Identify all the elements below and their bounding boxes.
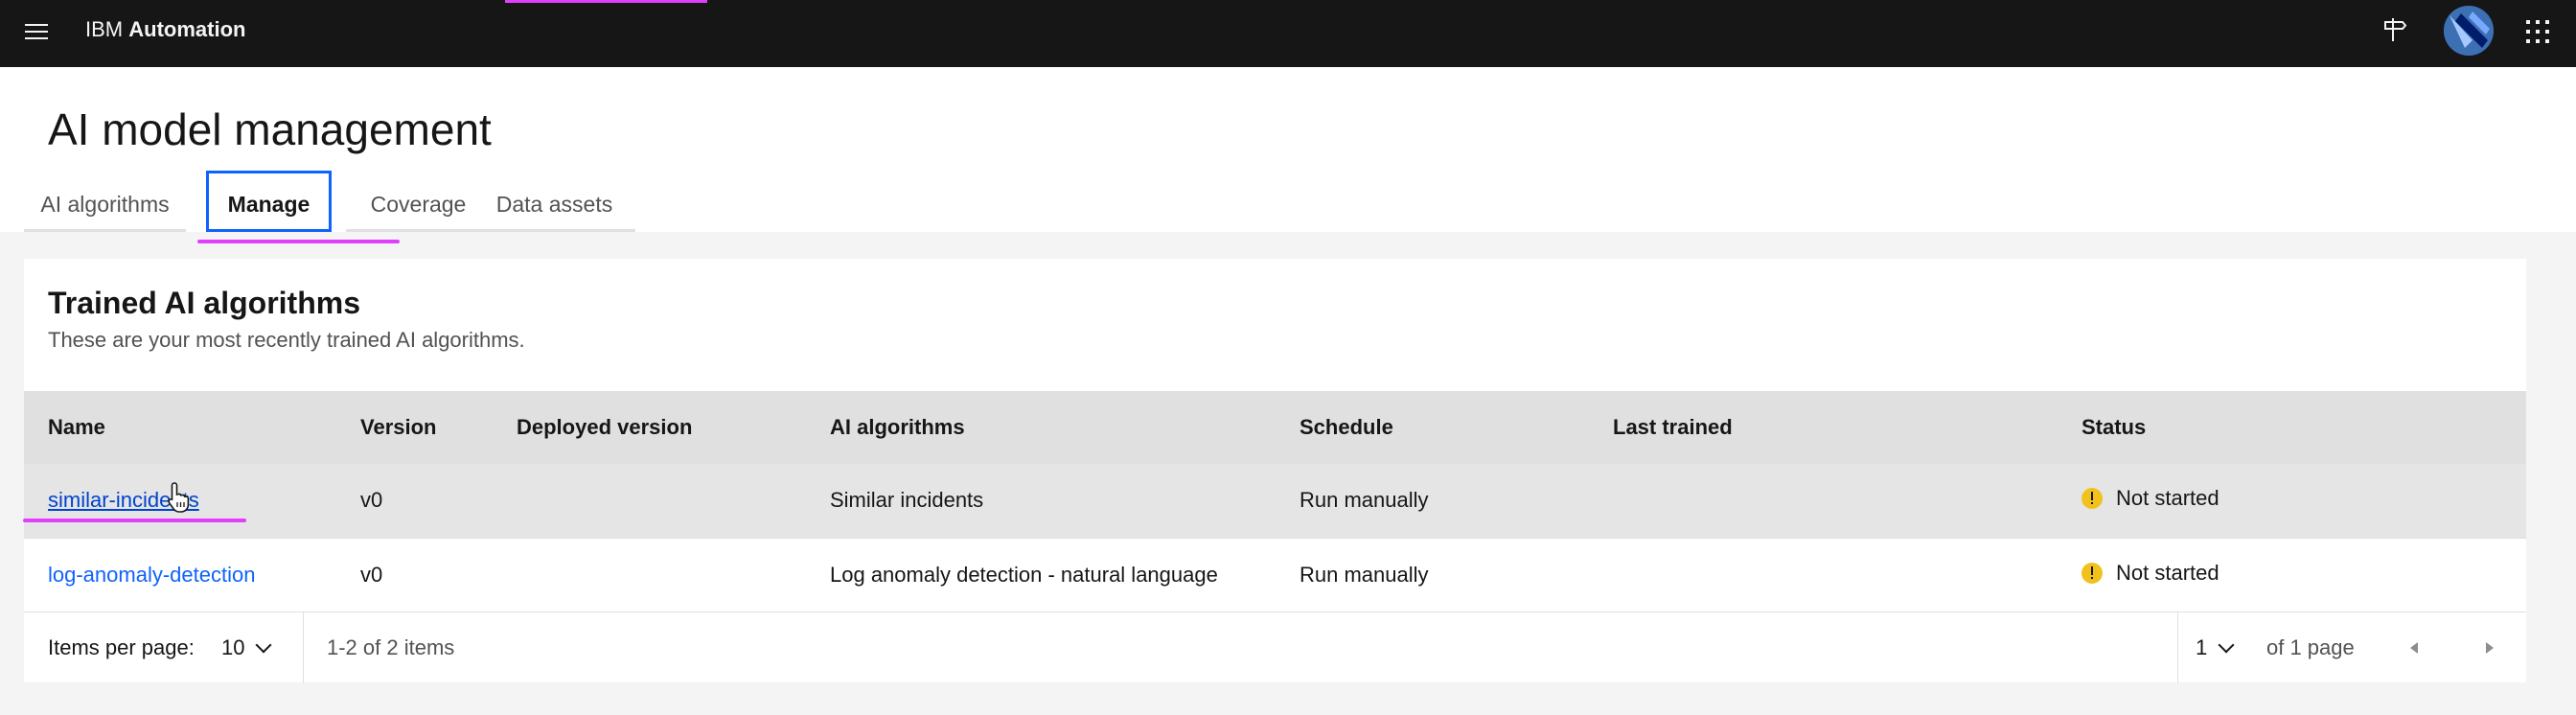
cell-status: Not started	[2058, 464, 2526, 538]
status-indicator: Not started	[2082, 561, 2220, 586]
pointer-cursor	[168, 482, 190, 513]
cell-schedule: Run manually	[1300, 562, 1429, 587]
annotation-highlight	[197, 240, 400, 243]
status-text: Not started	[2116, 560, 2220, 585]
status-text: Not started	[2116, 486, 2220, 511]
brand-prefix: IBM	[85, 17, 124, 41]
cell-version: v0	[360, 488, 383, 513]
avatar-graphic	[2444, 6, 2494, 56]
chevron-down-icon	[255, 636, 272, 654]
chevron-down-icon	[2218, 636, 2235, 654]
cell-name: log-anomaly-detection	[24, 538, 336, 611]
status-indicator: Not started	[2082, 486, 2220, 511]
cell-version: v0	[360, 562, 383, 587]
annotation-highlight	[23, 519, 246, 522]
cell-ai-algorithms: Log anomaly detection - natural language	[830, 562, 1218, 587]
column-header-status[interactable]: Status	[2058, 391, 2526, 464]
warning-icon	[2082, 488, 2103, 510]
brand-product: Automation	[128, 17, 246, 41]
items-per-page-value: 10	[221, 635, 245, 659]
items-range-text: 1-2 of 2 items	[327, 635, 455, 659]
column-header-schedule[interactable]: Schedule	[1276, 391, 1589, 464]
caret-right-icon[interactable]	[2458, 612, 2519, 683]
model-link-log-anomaly-detection[interactable]: log-anomaly-detection	[48, 563, 255, 587]
column-header-last-trained[interactable]: Last trained	[1589, 391, 2058, 464]
divider	[303, 612, 304, 683]
trained-algorithms-table: Name Version Deployed version AI algorit…	[24, 391, 2526, 612]
divider	[2177, 612, 2178, 683]
page-select[interactable]: 1	[2196, 612, 2235, 683]
brand-name[interactable]: IBM Automation	[85, 0, 245, 67]
table-row[interactable]: log-anomaly-detection v0 Log anomaly det…	[24, 538, 2526, 611]
app-switcher-icon[interactable]	[2523, 17, 2552, 46]
caret-left-icon[interactable]	[2384, 612, 2446, 683]
column-header-ai-algorithms[interactable]: AI algorithms	[806, 391, 1276, 464]
warning-icon	[2082, 562, 2103, 584]
cell-status: Not started	[2058, 538, 2526, 611]
tab-data-assets[interactable]: Data assets	[473, 169, 635, 232]
column-header-deployed-version[interactable]: Deployed version	[493, 391, 806, 464]
cell-ai-algorithms: Similar incidents	[830, 488, 984, 513]
cell-last-trained	[1589, 464, 2058, 538]
menu-icon[interactable]	[23, 18, 50, 45]
page-count-text: of 1 page	[2266, 635, 2355, 659]
annotation-highlight	[505, 0, 707, 3]
tab-coverage[interactable]: Coverage	[346, 169, 491, 232]
avatar[interactable]	[2444, 6, 2494, 56]
items-per-page-label: Items per page:	[48, 635, 195, 659]
cell-deployed-version	[493, 538, 806, 611]
signpost-icon[interactable]	[2380, 15, 2408, 44]
column-header-name[interactable]: Name	[24, 391, 336, 464]
tab-manage[interactable]: Manage	[206, 171, 332, 232]
column-header-version[interactable]: Version	[336, 391, 493, 464]
top-navigation-bar: IBM Automation	[0, 0, 2576, 67]
cell-deployed-version	[493, 464, 806, 538]
page-select-value: 1	[2196, 635, 2208, 659]
tab-ai-algorithms[interactable]: AI algorithms	[24, 169, 186, 232]
card-description: These are your most recently trained AI …	[48, 328, 525, 352]
cell-last-trained	[1589, 538, 2058, 611]
table-header-row: Name Version Deployed version AI algorit…	[24, 391, 2526, 464]
table-row[interactable]: similar-incidents v0 Similar incidents R…	[24, 464, 2526, 538]
cell-schedule: Run manually	[1300, 488, 1429, 513]
pagination-bar: Items per page: 10 1-2 of 2 items 1 of 1…	[24, 611, 2526, 683]
page-header: AI model management AI algorithms Manage…	[0, 67, 2576, 232]
trained-algorithms-card: Trained AI algorithms These are your mos…	[24, 259, 2526, 683]
items-per-page-select[interactable]: 10	[221, 612, 272, 683]
page-title: AI model management	[48, 104, 492, 154]
card-title: Trained AI algorithms	[48, 286, 360, 320]
